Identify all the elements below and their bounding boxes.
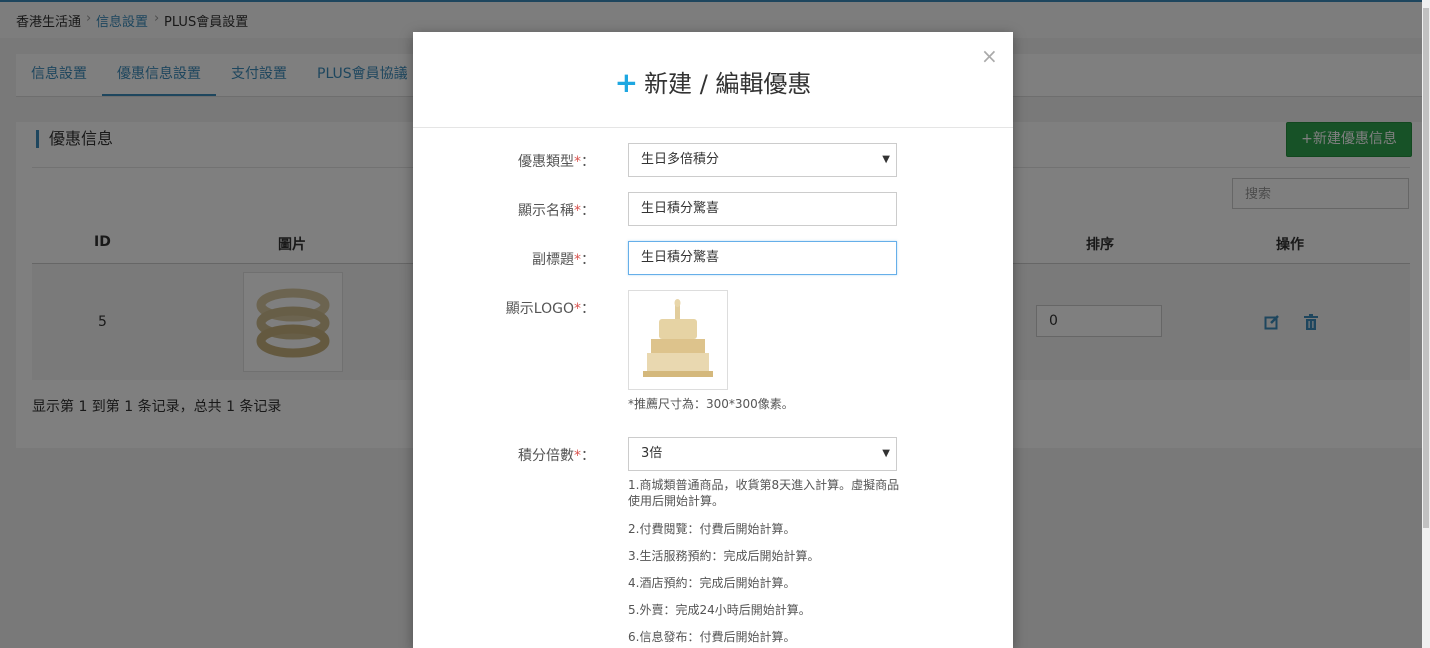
note-1: 1.商城類普通商品，收貨第8天進入計算。虛擬商品使用后開始計算。	[628, 478, 900, 508]
multiplier-value: 3倍	[641, 446, 663, 461]
close-icon[interactable]: ×	[981, 44, 998, 68]
note-6: 6.信息發布：付費后開始計算。	[628, 630, 796, 644]
logo-upload[interactable]	[628, 290, 728, 390]
plus-icon: +	[614, 66, 639, 99]
modal-title: + 新建 / 編輯優惠	[413, 64, 1013, 99]
logo-label: 顯示LOGO*：	[505, 301, 595, 317]
name-label: 顯示名稱*：	[518, 203, 595, 219]
scrollbar-thumb[interactable]	[1423, 8, 1429, 528]
discount-edit-modal: + 新建 / 編輯優惠 × 優惠類型*： 生日多倍積分 ▼ 顯示名稱*： 生日積分…	[413, 32, 1013, 648]
modal-title-text: 新建 / 編輯優惠	[644, 70, 812, 98]
scrollbar[interactable]	[1422, 0, 1430, 648]
note-4: 4.酒店預約：完成后開始計算。	[628, 576, 796, 590]
points-multiplier-select[interactable]: 3倍 ▼	[628, 437, 897, 471]
modal-header: + 新建 / 編輯優惠 ×	[413, 32, 1013, 128]
note-2: 2.付費閱覽：付費后開始計算。	[628, 522, 796, 536]
cake-icon	[643, 299, 713, 377]
display-name-input[interactable]: 生日積分驚喜	[628, 192, 897, 226]
logo-size-hint: *推薦尺寸為：300*300像素。	[628, 397, 794, 411]
type-label: 優惠類型*：	[518, 154, 595, 170]
chevron-down-icon: ▼	[882, 448, 890, 459]
note-3: 3.生活服務預約：完成后開始計算。	[628, 549, 820, 563]
multiplier-label: 積分倍數*：	[518, 448, 595, 464]
discount-type-value: 生日多倍積分	[641, 152, 720, 167]
discount-type-select[interactable]: 生日多倍積分 ▼	[628, 143, 897, 177]
chevron-down-icon: ▼	[882, 154, 890, 165]
subtitle-input[interactable]: 生日積分驚喜	[628, 241, 897, 275]
subtitle-label: 副標題*：	[532, 252, 595, 268]
note-5: 5.外賣：完成24小時后開始計算。	[628, 603, 811, 617]
